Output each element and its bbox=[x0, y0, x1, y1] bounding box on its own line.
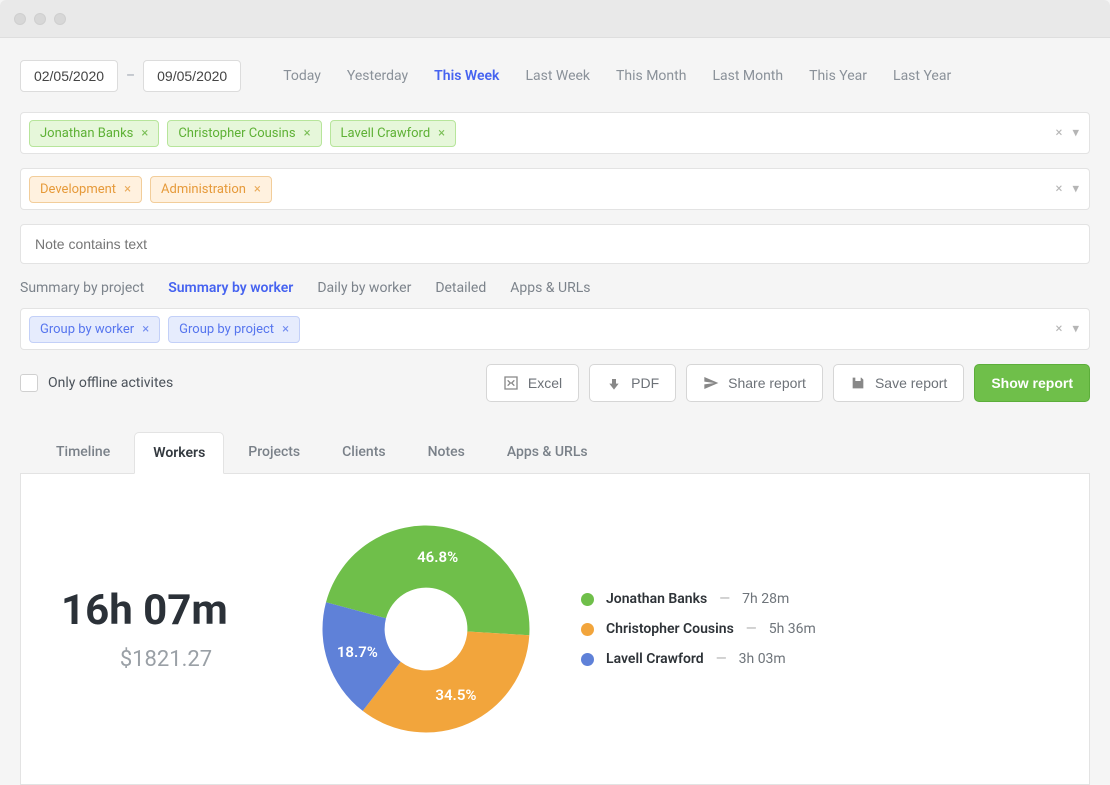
offline-checkbox-wrap: Only offline activites bbox=[20, 374, 173, 392]
clear-grouping-icon[interactable]: × bbox=[1056, 322, 1063, 337]
legend-dot-icon bbox=[581, 623, 594, 636]
legend-name: Lavell Crawford bbox=[606, 651, 704, 667]
total-money: $1821.27 bbox=[61, 647, 271, 672]
traffic-light-zoom[interactable] bbox=[54, 13, 66, 25]
donut-slice-label: 34.5% bbox=[435, 686, 476, 704]
workers-dropdown-icon[interactable]: ▾ bbox=[1072, 126, 1079, 141]
range-yesterday[interactable]: Yesterday bbox=[347, 68, 408, 84]
range-presets: Today Yesterday This Week Last Week This Mon… bbox=[283, 68, 951, 84]
offline-checkbox[interactable] bbox=[20, 374, 38, 392]
legend-time: 7h 28m bbox=[742, 591, 789, 607]
remove-tag-icon[interactable]: × bbox=[438, 126, 445, 141]
clear-workers-icon[interactable]: × bbox=[1056, 126, 1063, 141]
donut-slice-label: 18.7% bbox=[337, 643, 378, 661]
traffic-light-close[interactable] bbox=[14, 13, 26, 25]
worker-tag[interactable]: Lavell Crawford × bbox=[330, 120, 457, 147]
legend-item: Christopher Cousins—5h 36m bbox=[581, 621, 816, 637]
chart-legend: Jonathan Banks—7h 28m Christopher Cousins… bbox=[581, 591, 816, 667]
tag-label: Administration bbox=[161, 182, 246, 197]
save-icon bbox=[850, 375, 866, 391]
export-pdf-button[interactable]: PDF bbox=[589, 364, 676, 402]
group-tag[interactable]: Group by project × bbox=[168, 316, 300, 343]
donut-chart: 46.8% 34.5% 18.7% bbox=[311, 514, 541, 744]
excel-icon bbox=[503, 375, 519, 391]
range-this-month[interactable]: This Month bbox=[616, 68, 686, 84]
end-date-input[interactable] bbox=[143, 60, 241, 92]
pdf-icon bbox=[606, 375, 622, 391]
tag-label: Group by project bbox=[179, 322, 274, 337]
summary-tab[interactable]: Daily by worker bbox=[317, 280, 411, 296]
traffic-light-minimize[interactable] bbox=[34, 13, 46, 25]
date-dash: – bbox=[126, 68, 135, 84]
result-tab[interactable]: Workers bbox=[134, 432, 224, 474]
legend-item: Lavell Crawford—3h 03m bbox=[581, 651, 816, 667]
show-report-button[interactable]: Show report bbox=[974, 364, 1090, 402]
range-this-year[interactable]: This Year bbox=[809, 68, 867, 84]
legend-time: 3h 03m bbox=[739, 651, 786, 667]
result-tab[interactable]: Apps & URLs bbox=[489, 432, 606, 473]
tag-label: Group by worker bbox=[40, 322, 134, 337]
legend-item: Jonathan Banks—7h 28m bbox=[581, 591, 816, 607]
workers-filter-box: Jonathan Banks×Christopher Cousins×Lavel… bbox=[20, 112, 1090, 154]
share-icon bbox=[703, 375, 719, 391]
result-tab[interactable]: Clients bbox=[324, 432, 403, 473]
tag-label: Lavell Crawford bbox=[341, 126, 431, 141]
summary-tab[interactable]: Summary by project bbox=[20, 280, 144, 296]
worker-tag[interactable]: Christopher Cousins × bbox=[167, 120, 321, 147]
remove-tag-icon[interactable]: × bbox=[141, 126, 148, 141]
range-today[interactable]: Today bbox=[283, 68, 321, 84]
legend-name: Jonathan Banks bbox=[606, 591, 707, 607]
remove-tag-icon[interactable]: × bbox=[124, 182, 131, 197]
legend-dot-icon bbox=[581, 653, 594, 666]
summary-tab[interactable]: Detailed bbox=[435, 280, 486, 296]
legend-dot-icon bbox=[581, 593, 594, 606]
group-tag[interactable]: Group by worker × bbox=[29, 316, 160, 343]
date-range-row: – Today Yesterday This Week Last Week This M… bbox=[20, 60, 1090, 92]
legend-name: Christopher Cousins bbox=[606, 621, 734, 637]
tag-label: Jonathan Banks bbox=[40, 126, 133, 141]
clear-projects-icon[interactable]: × bbox=[1056, 182, 1063, 197]
range-last-year[interactable]: Last Year bbox=[893, 68, 951, 84]
remove-tag-icon[interactable]: × bbox=[142, 322, 149, 337]
range-this-week[interactable]: This Week bbox=[434, 68, 499, 84]
results-panel: 16h 07m $1821.27 46.8% 34.5% 18.7% Jonatha… bbox=[20, 474, 1090, 785]
remove-tag-icon[interactable]: × bbox=[282, 322, 289, 337]
donut-slice-label: 46.8% bbox=[417, 548, 458, 566]
summary-tab[interactable]: Apps & URLs bbox=[510, 280, 590, 296]
tag-label: Christopher Cousins bbox=[178, 126, 295, 141]
project-tag[interactable]: Development × bbox=[29, 176, 142, 203]
range-last-week[interactable]: Last Week bbox=[525, 68, 590, 84]
grouping-box: Group by worker × Group by project × × ▾ bbox=[20, 308, 1090, 350]
remove-tag-icon[interactable]: × bbox=[304, 126, 311, 141]
result-tab[interactable]: Notes bbox=[410, 432, 483, 473]
result-tab[interactable]: Projects bbox=[230, 432, 318, 473]
share-report-button[interactable]: Share report bbox=[686, 364, 823, 402]
result-tab[interactable]: Timeline bbox=[38, 432, 128, 473]
remove-tag-icon[interactable]: × bbox=[254, 182, 261, 197]
projects-filter-box: Development × Administration × × ▾ bbox=[20, 168, 1090, 210]
total-time: 16h 07m bbox=[61, 586, 271, 635]
project-tag[interactable]: Administration × bbox=[150, 176, 272, 203]
summary-mode-tabs: Summary by project Summary by worker Daily… bbox=[20, 280, 1090, 296]
totals-block: 16h 07m $1821.27 bbox=[61, 586, 271, 672]
save-report-button[interactable]: Save report bbox=[833, 364, 964, 402]
tag-label: Development bbox=[40, 182, 116, 197]
summary-tab[interactable]: Summary by worker bbox=[168, 280, 293, 296]
start-date-input[interactable] bbox=[20, 60, 118, 92]
range-last-month[interactable]: Last Month bbox=[712, 68, 783, 84]
export-excel-button[interactable]: Excel bbox=[486, 364, 579, 402]
legend-time: 5h 36m bbox=[769, 621, 816, 637]
note-filter-input[interactable] bbox=[20, 224, 1090, 264]
worker-tag[interactable]: Jonathan Banks × bbox=[29, 120, 159, 147]
offline-label: Only offline activites bbox=[48, 375, 173, 391]
projects-dropdown-icon[interactable]: ▾ bbox=[1072, 182, 1079, 197]
window-titlebar bbox=[0, 0, 1110, 38]
result-tabs: TimelineWorkersProjectsClientsNotesApps … bbox=[20, 432, 1090, 474]
grouping-dropdown-icon[interactable]: ▾ bbox=[1072, 322, 1079, 337]
